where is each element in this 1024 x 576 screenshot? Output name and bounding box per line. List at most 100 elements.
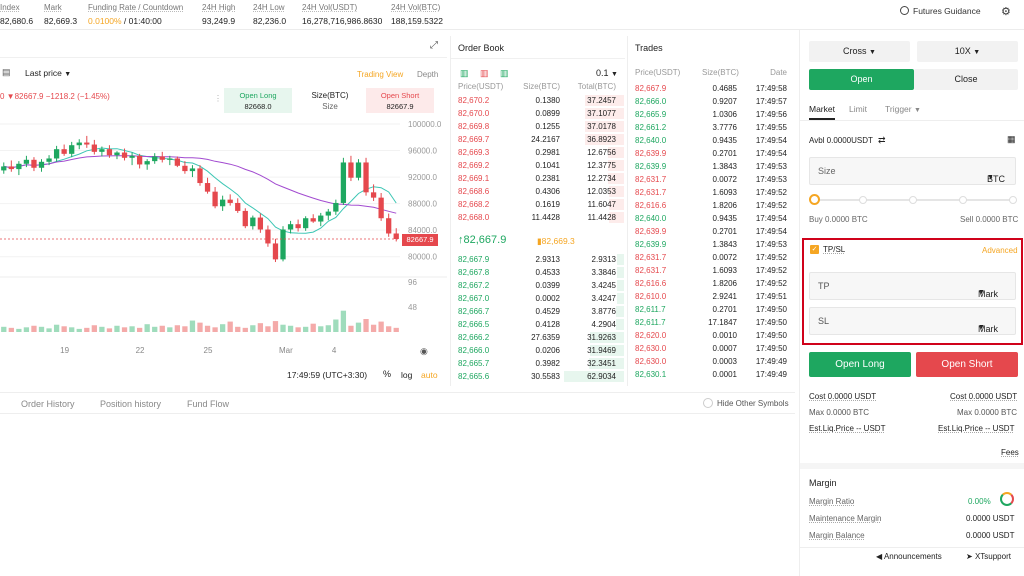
bid-row[interactable]: 82,666.5 0.4128 4.2904 <box>451 318 624 331</box>
x-tick-label: Mar <box>279 346 293 355</box>
liq-price-long: Est.Liq.Price -- USDT <box>809 424 886 433</box>
slider-step[interactable] <box>909 196 917 204</box>
book-both-icon[interactable]: ▥ <box>460 68 469 79</box>
bid-row[interactable]: 82,665.6 30.5583 62.9034 <box>451 370 624 383</box>
ask-row[interactable]: 82,669.2 0.1041 12.3775 <box>451 159 624 172</box>
tab-fund-flow[interactable]: Fund Flow <box>187 399 229 409</box>
volume-bar <box>61 326 67 332</box>
volume-bar <box>212 327 218 332</box>
ask-row[interactable]: 82,669.3 0.2981 12.6756 <box>451 146 624 159</box>
stat-mark: Mark 82,669.3 <box>44 3 78 26</box>
ask-row[interactable]: 82,670.0 0.0899 37.1077 <box>451 107 624 120</box>
bid-row[interactable]: 82,667.0 0.0002 3.4247 <box>451 292 624 305</box>
bid-row[interactable]: 82,666.2 27.6359 31.9263 <box>451 331 624 344</box>
slider-step[interactable] <box>1009 196 1017 204</box>
sl-input[interactable]: SL Mark ▼ <box>809 307 1016 335</box>
hide-other-checkbox[interactable] <box>703 398 713 408</box>
stat-funding[interactable]: Funding Rate / Countdown 0.0100% / 01:40:… <box>88 1 183 27</box>
candle-body <box>46 158 52 162</box>
bid-row[interactable]: 82,666.0 0.0206 31.9469 <box>451 344 624 357</box>
percent-toggle[interactable]: % <box>383 369 391 379</box>
size-input[interactable]: Size BTC ▼ <box>809 157 1016 185</box>
bid-row[interactable]: 82,666.7 0.4529 3.8776 <box>451 305 624 318</box>
caret-down-icon: ▼ <box>987 174 994 181</box>
trade-panel: Cross ▼ 10X ▼ Open Close Market Limit Tr… <box>799 30 1024 576</box>
open-long-button[interactable]: Open Long <box>809 352 911 377</box>
ask-row[interactable]: 82,668.6 0.4306 12.0353 <box>451 185 624 198</box>
price-chart[interactable]: ⤢ ▤ Last price ▼ Trading View Depth 0 ▼8… <box>0 36 447 386</box>
maintenance-margin-label: Maintenance Margin <box>809 514 882 523</box>
order-type-limit[interactable]: Limit <box>849 104 867 114</box>
transfer-icon[interactable]: ⇄ <box>878 135 886 146</box>
candlestick-plot: 100000.096000.092000.088000.084000.08000… <box>0 120 447 355</box>
trade-row: 82,631.7 1.6093 17:49:52 <box>635 266 787 275</box>
tpsl-checkbox[interactable]: ✓ <box>810 245 819 254</box>
x-tick-label: 25 <box>204 346 213 355</box>
gear-icon[interactable]: ⚙ <box>1001 5 1011 18</box>
order-book-header[interactable]: Price(USDT) Size(BTC) Total(BTC) <box>451 80 624 93</box>
trade-row: 82,616.6 1.8206 17:49:52 <box>635 279 787 288</box>
candle-body <box>378 197 384 219</box>
candle-body <box>61 149 67 154</box>
log-toggle[interactable]: log <box>401 370 412 380</box>
volume-tick-label: 96 <box>408 278 417 287</box>
candle-body <box>152 156 158 162</box>
auto-toggle[interactable]: auto <box>421 370 438 380</box>
volume-bar <box>227 321 233 332</box>
slider-step[interactable] <box>959 196 967 204</box>
calculator-icon[interactable]: ▦ <box>1007 134 1016 145</box>
bid-row[interactable]: 82,665.7 0.3982 32.3451 <box>451 357 624 370</box>
trade-row: 82,640.0 0.9435 17:49:54 <box>635 214 787 223</box>
ask-row[interactable]: 82,670.2 0.1380 37.2457 <box>451 94 624 107</box>
candle-body <box>250 217 256 227</box>
leverage-select[interactable]: 10X ▼ <box>917 41 1018 62</box>
mid-mark-price: ▮82,669.3 <box>537 236 575 246</box>
tab-position-history[interactable]: Position history <box>100 399 161 409</box>
ticker-bar: Index 82,680.6 Mark 82,669.3 Funding Rate … <box>0 0 1024 30</box>
candle-body <box>121 152 128 158</box>
open-tab-button[interactable]: Open <box>809 69 914 90</box>
book-bids-icon[interactable]: ▥ <box>500 68 509 79</box>
reset-view-icon[interactable]: ◉ <box>420 346 428 357</box>
ask-row[interactable]: 82,669.1 0.2381 12.2734 <box>451 172 624 185</box>
ask-row[interactable]: 82,668.2 0.1619 11.6047 <box>451 198 624 211</box>
book-asks-icon[interactable]: ▥ <box>480 68 489 79</box>
tab-order-history[interactable]: Order History <box>21 399 75 409</box>
slider-step[interactable] <box>809 194 820 205</box>
support-link[interactable]: ➤ XTsupport <box>966 552 1011 561</box>
ask-row[interactable]: 82,669.7 24.2167 36.8923 <box>451 133 624 146</box>
open-short-button[interactable]: Open Short <box>916 352 1018 377</box>
depth-select[interactable]: 0.1 ▼ <box>596 68 618 78</box>
x-tick-label: 22 <box>136 346 145 355</box>
candle-body <box>38 161 45 168</box>
close-tab-button[interactable]: Close <box>914 69 1018 90</box>
caret-down-icon: ▼ <box>913 107 921 114</box>
caret-down-icon: ▼ <box>978 289 985 296</box>
candle-body <box>386 218 392 234</box>
bid-row[interactable]: 82,667.9 2.9313 2.9313 <box>451 253 624 266</box>
candle-body <box>227 199 233 203</box>
advanced-link[interactable]: Advanced <box>982 246 1018 255</box>
slider-step[interactable] <box>859 196 867 204</box>
futures-guidance-link[interactable]: Futures Guidance <box>900 6 981 16</box>
order-type-trigger[interactable]: Trigger ▼ <box>885 104 921 114</box>
tp-input[interactable]: TP Mark ▼ <box>809 272 1016 300</box>
margin-ratio-value: 0.00% <box>968 497 991 506</box>
ask-row[interactable]: 82,669.8 0.1255 37.0178 <box>451 120 624 133</box>
candle-body <box>348 162 354 178</box>
margin-mode-select[interactable]: Cross ▼ <box>809 41 910 62</box>
bid-row[interactable]: 82,667.8 0.4533 3.3846 <box>451 266 624 279</box>
available-balance: Avbl 0.0000USDT <box>809 136 873 145</box>
depth-bar <box>616 280 624 291</box>
candle-body <box>310 218 316 222</box>
volume-bar <box>114 325 120 332</box>
candle-body <box>167 158 173 160</box>
order-type-market[interactable]: Market <box>809 104 835 114</box>
announcements-link[interactable]: ◀ Announcements <box>876 552 942 561</box>
bid-row[interactable]: 82,667.2 0.0399 3.4245 <box>451 279 624 292</box>
fees-link[interactable]: Fees <box>1001 448 1019 457</box>
order-book-mid-price: ↑82,667.9 ▮82,669.3 <box>451 231 625 251</box>
trade-row: 82,611.7 17.1847 17:49:50 <box>635 318 787 327</box>
candle-body <box>280 229 286 260</box>
ask-row[interactable]: 82,668.0 11.4428 11.4428 <box>451 211 624 224</box>
